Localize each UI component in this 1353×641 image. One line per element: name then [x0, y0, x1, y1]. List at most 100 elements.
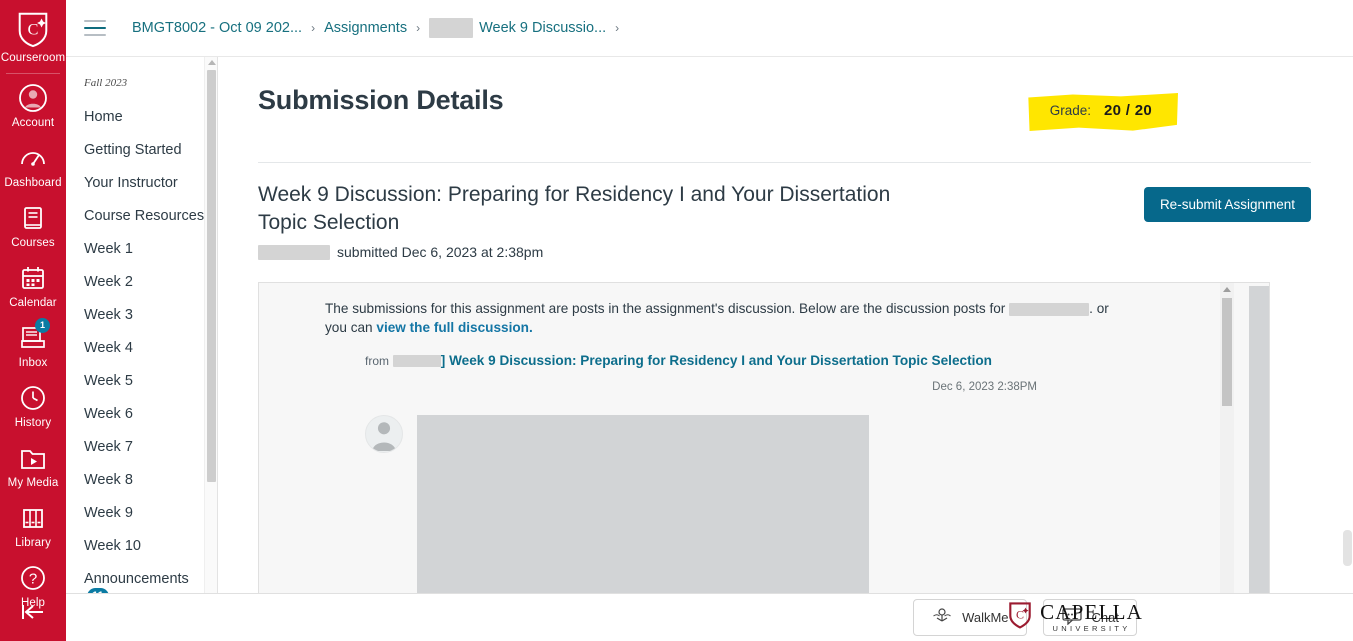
view-full-discussion-link[interactable]: view the full discussion. — [376, 320, 532, 335]
scroll-up-arrow-icon[interactable] — [1223, 287, 1231, 292]
main-content: Submission Details Grade: 20 / 20 Week 9 … — [218, 57, 1353, 593]
chevron-right-icon: › — [615, 21, 620, 35]
global-nav-item-history[interactable]: History — [0, 376, 66, 436]
clock-icon — [18, 383, 48, 413]
assignment-info: Week 9 Discussion: Preparing for Residen… — [258, 181, 898, 260]
footer-bar: WalkMe Chat C CAPELLA UNIVERSITY — [66, 593, 1353, 641]
course-nav-item-week-5[interactable]: Week 5 — [66, 365, 217, 398]
user-circle-icon — [18, 83, 48, 113]
global-nav-label: Courses — [11, 237, 55, 249]
global-nav-item-my-media[interactable]: My Media — [0, 436, 66, 496]
capella-name: CAPELLA — [1040, 600, 1143, 625]
assignment-title: Week 9 Discussion: Preparing for Residen… — [258, 183, 891, 234]
submission-preview-frame: The submissions for this assignment are … — [258, 282, 1270, 593]
global-nav-label: My Media — [7, 477, 59, 489]
course-nav-item-week-9[interactable]: Week 9 — [66, 497, 217, 530]
hamburger-menu-icon[interactable] — [84, 20, 106, 36]
submission-details-page: C Courseroom Account Dashboard Courses C… — [0, 0, 1353, 641]
svg-text:C: C — [1016, 608, 1024, 622]
course-nav-item-week-6[interactable]: Week 6 — [66, 398, 217, 431]
course-nav-item-label: Announcements — [84, 571, 189, 587]
books-icon — [18, 503, 48, 533]
course-nav-item-week-1[interactable]: Week 1 — [66, 233, 217, 266]
folder-play-icon — [18, 443, 48, 473]
preview-scrollbar[interactable] — [1220, 283, 1234, 593]
breadcrumb-bar: BMGT8002 - Oct 09 202... › Assignments ›… — [66, 0, 1353, 57]
discussion-post-link[interactable]: ] Week 9 Discussion: Preparing for Resid… — [441, 353, 992, 368]
course-nav-item-getting-started[interactable]: Getting Started — [66, 134, 217, 167]
shield-logo-icon: C — [16, 10, 50, 48]
arrow-left-bar-icon — [19, 602, 47, 627]
course-nav-item-week-10[interactable]: Week 10 — [66, 530, 217, 563]
capella-logo: C CAPELLA UNIVERSITY — [1008, 601, 1143, 634]
redacted-block — [1009, 302, 1090, 316]
scrollbar-thumb[interactable] — [1343, 530, 1352, 566]
global-nav-item-dashboard[interactable]: Dashboard — [0, 136, 66, 196]
hamburger-line — [84, 34, 106, 36]
global-nav-item-courseroom[interactable]: C Courseroom — [0, 0, 66, 71]
user-avatar-icon — [365, 415, 403, 453]
global-nav-item-inbox[interactable]: 1 Inbox — [0, 316, 66, 376]
book-icon — [18, 203, 48, 233]
inbox-badge: 1 — [35, 318, 50, 333]
redacted-student-name — [258, 244, 330, 260]
course-nav-item-week-7[interactable]: Week 7 — [66, 431, 217, 464]
svg-text:C: C — [28, 22, 39, 39]
intro-period: . — [1089, 301, 1093, 316]
submitted-text: submitted Dec 6, 2023 at 2:38pm — [337, 244, 544, 260]
discussion-preview-body: The submissions for this assignment are … — [259, 283, 1149, 593]
svg-text:?: ? — [29, 571, 37, 588]
capella-shield-icon: C — [1008, 601, 1032, 634]
discussion-post-title: Week 9 Discussion: Preparing for Residen… — [449, 353, 992, 368]
course-nav-item-your-instructor[interactable]: Your Instructor — [66, 167, 217, 200]
course-navigation: Fall 2023 Home Getting Started Your Inst… — [66, 57, 218, 641]
term-label: Fall 2023 — [84, 77, 128, 89]
course-nav-item-week-4[interactable]: Week 4 — [66, 332, 217, 365]
collapse-nav-button[interactable] — [0, 602, 66, 627]
redacted-side-panel — [1249, 286, 1269, 593]
grade-container: Grade: 20 / 20 — [1028, 93, 1178, 131]
global-nav-item-library[interactable]: Library — [0, 496, 66, 556]
scrollbar-thumb[interactable] — [1222, 298, 1232, 406]
grade-value: 20 / 20 — [1104, 102, 1152, 119]
walkme-label: WalkMe — [962, 610, 1009, 625]
global-nav-item-calendar[interactable]: Calendar — [0, 256, 66, 316]
page-scrollbar[interactable] — [1342, 57, 1353, 593]
breadcrumb-item-course[interactable]: BMGT8002 - Oct 09 202... — [132, 20, 302, 36]
global-nav-item-account[interactable]: Account — [0, 76, 66, 136]
course-nav-scrollbar[interactable] — [204, 57, 217, 593]
course-nav-item-home[interactable]: Home — [66, 101, 217, 134]
submitted-line: submitted Dec 6, 2023 at 2:38pm — [258, 244, 898, 260]
global-nav-label: Account — [11, 117, 55, 129]
global-nav-label: Calendar — [9, 297, 57, 309]
breadcrumb: BMGT8002 - Oct 09 202... › Assignments ›… — [132, 18, 628, 38]
global-nav-label: Dashboard — [4, 177, 62, 189]
global-nav-label: Library — [15, 537, 51, 549]
grade-highlight: Grade: 20 / 20 — [1028, 93, 1178, 131]
capella-wordmark: CAPELLA UNIVERSITY — [1040, 602, 1143, 633]
resubmit-assignment-button[interactable]: Re-submit Assignment — [1143, 187, 1311, 222]
chevron-right-icon: › — [311, 21, 316, 35]
nav-divider — [6, 73, 60, 74]
redacted-block — [392, 355, 441, 368]
grade-label: Grade: — [1049, 103, 1092, 118]
course-nav-item-week-3[interactable]: Week 3 — [66, 299, 217, 332]
question-circle-icon: ? — [18, 563, 48, 593]
speedometer-icon — [18, 143, 48, 173]
discussion-post-date: Dec 6, 2023 2:38PM — [932, 381, 1037, 393]
course-nav-item-course-resources[interactable]: Course Resources — [66, 200, 217, 233]
course-nav-item-week-2[interactable]: Week 2 — [66, 266, 217, 299]
inbox-icon-wrap: 1 — [18, 318, 50, 353]
walkme-icon — [931, 607, 953, 628]
scroll-up-arrow-icon[interactable] — [208, 60, 216, 65]
breadcrumb-item-assignments[interactable]: Assignments — [324, 20, 407, 36]
breadcrumb-item-week9[interactable]: Week 9 Discussio... — [479, 20, 606, 36]
discussion-intro-part1: The submissions for this assignment are … — [325, 301, 1006, 316]
global-nav-item-courses[interactable]: Courses — [0, 196, 66, 256]
from-label: from — [365, 354, 389, 368]
course-nav-item-week-8[interactable]: Week 8 — [66, 464, 217, 497]
scrollbar-thumb[interactable] — [207, 70, 216, 482]
redacted-post-content — [417, 415, 869, 593]
hamburger-line — [84, 20, 106, 22]
capella-subtitle: UNIVERSITY — [1052, 624, 1131, 634]
